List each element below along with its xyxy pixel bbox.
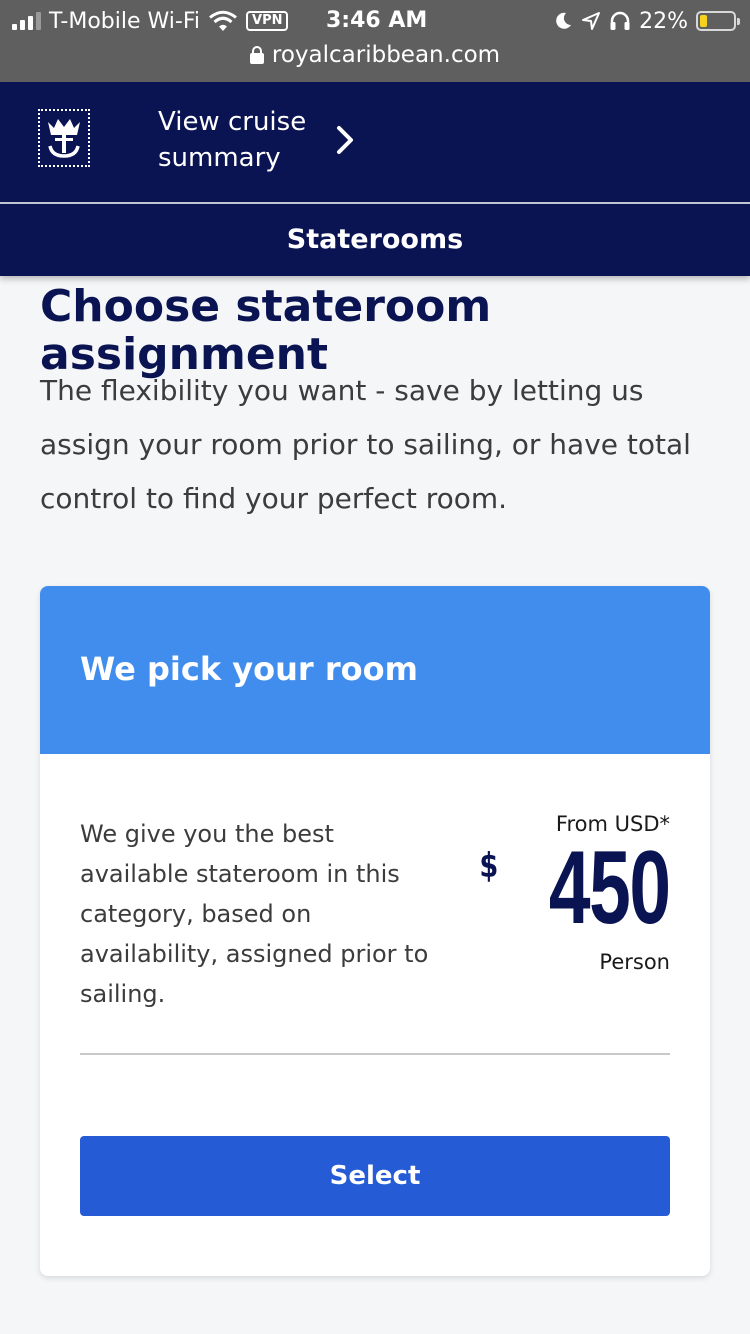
url-text[interactable]: royalcaribbean.com bbox=[272, 42, 500, 68]
currency-symbol: $ bbox=[479, 846, 499, 886]
carrier-label: T-Mobile Wi-Fi bbox=[49, 8, 201, 34]
price-unit: Person bbox=[599, 950, 670, 974]
lock-icon bbox=[249, 46, 264, 64]
price-amount: $ 450 bbox=[477, 830, 671, 946]
intro-text: The flexibility you want - save by letti… bbox=[40, 374, 691, 515]
chevron-right-icon[interactable] bbox=[334, 124, 356, 156]
vpn-badge: VPN bbox=[246, 11, 289, 31]
battery-percent: 22% bbox=[639, 8, 688, 34]
price-value: 450 bbox=[549, 830, 671, 946]
status-left: T-Mobile Wi-Fi VPN bbox=[12, 6, 289, 36]
url-bar[interactable]: royalcaribbean.com bbox=[0, 38, 750, 72]
step-title: Staterooms bbox=[0, 204, 750, 276]
price-block: From USD* $ 450 Person bbox=[477, 812, 671, 974]
moon-icon bbox=[556, 12, 572, 29]
status-bar: T-Mobile Wi-Fi VPN 3:46 AM 22% royalcari… bbox=[0, 0, 750, 82]
view-cruise-summary-link[interactable]: View cruise summary bbox=[158, 104, 356, 176]
card-divider bbox=[80, 1053, 670, 1055]
card-title: We pick your room bbox=[40, 586, 710, 754]
card-description: We give you the best available stateroom… bbox=[80, 820, 429, 1008]
status-right: 22% bbox=[553, 6, 740, 36]
select-button[interactable]: Select bbox=[80, 1136, 670, 1216]
option-card-we-pick: We pick your room We give you the best a… bbox=[40, 586, 710, 1276]
status-time: 3:46 AM bbox=[326, 8, 428, 33]
summary-link-label[interactable]: View cruise summary bbox=[158, 104, 318, 176]
location-icon bbox=[582, 12, 601, 30]
signal-icon bbox=[12, 12, 41, 30]
site-header: View cruise summary bbox=[0, 82, 750, 202]
battery-icon bbox=[696, 11, 740, 31]
headphones-icon bbox=[610, 11, 630, 30]
wifi-icon bbox=[209, 10, 237, 31]
crown-anchor-logo[interactable] bbox=[38, 109, 90, 167]
